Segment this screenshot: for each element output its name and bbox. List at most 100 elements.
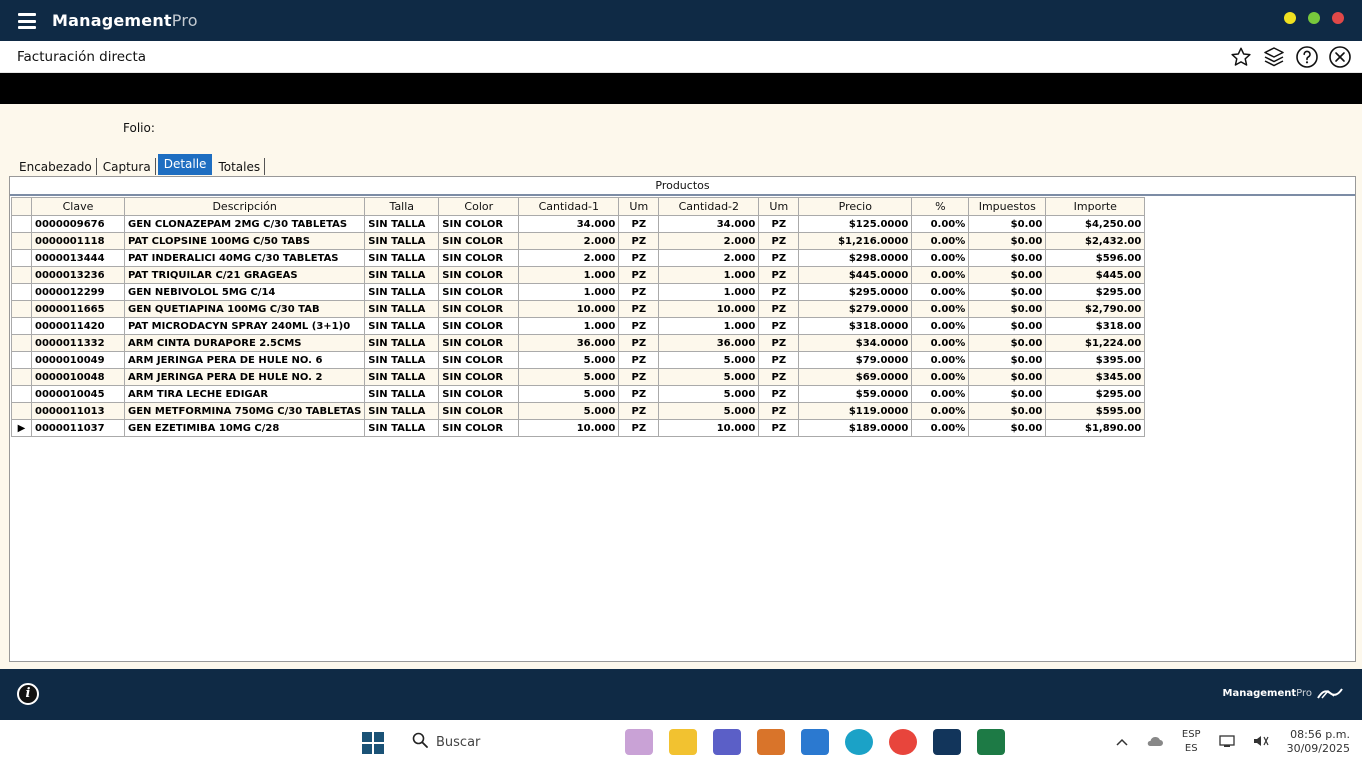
cell-cantidad-1[interactable]: 5.000 <box>518 402 620 420</box>
cell-precio[interactable]: $69.0000 <box>798 368 913 386</box>
cell-cantidad-2[interactable]: 1.000 <box>658 266 760 284</box>
cell-importe[interactable]: $295.00 <box>1045 385 1146 403</box>
cell-importe[interactable]: $1,890.00 <box>1045 419 1146 437</box>
cell-clave[interactable]: 0000010045 <box>31 385 125 403</box>
cell-um-1[interactable]: PZ <box>618 249 660 267</box>
tab-detalle[interactable]: Detalle <box>157 154 213 175</box>
cell-talla[interactable]: SIN TALLA <box>364 385 440 403</box>
cell-descripcion[interactable]: GEN EZETIMIBA 10MG C/28 <box>123 419 366 437</box>
cell-color[interactable]: SIN COLOR <box>438 283 520 301</box>
col-header-precio[interactable]: Precio <box>798 197 913 216</box>
close-icon[interactable] <box>1327 44 1352 69</box>
cell-descripcion[interactable]: PAT CLOPSINE 100MG C/50 TABS <box>123 232 366 250</box>
cell-cantidad-2[interactable]: 5.000 <box>658 402 760 420</box>
cell-clave[interactable]: 0000011420 <box>31 317 125 335</box>
cell-impuestos[interactable]: $0.00 <box>968 249 1047 267</box>
cell-impuestos[interactable]: $0.00 <box>968 402 1047 420</box>
col-header-porcentaje[interactable]: % <box>911 197 970 216</box>
col-header-descripcion[interactable]: Descripción <box>123 197 366 216</box>
chevron-up-icon[interactable] <box>1116 736 1128 749</box>
table-row[interactable]: ▶ 0000011037 GEN EZETIMIBA 10MG C/28 SIN TA… <box>11 419 1146 437</box>
current-row-arrow-icon[interactable]: ▶ <box>11 419 32 437</box>
close-dot[interactable] <box>1332 12 1344 24</box>
cell-um-2[interactable]: PZ <box>758 351 800 369</box>
cell-talla[interactable]: SIN TALLA <box>364 351 440 369</box>
menu-icon[interactable] <box>18 13 36 29</box>
cell-talla[interactable]: SIN TALLA <box>364 419 440 437</box>
photos-app-icon[interactable] <box>625 729 653 755</box>
cell-um-2[interactable]: PZ <box>758 232 800 250</box>
row-indicator[interactable] <box>11 351 32 369</box>
cell-clave[interactable]: 0000011665 <box>31 300 125 318</box>
cell-importe[interactable]: $1,224.00 <box>1045 334 1146 352</box>
cell-importe[interactable]: $2,790.00 <box>1045 300 1146 318</box>
cell-impuestos[interactable]: $0.00 <box>968 385 1047 403</box>
cell-color[interactable]: SIN COLOR <box>438 215 520 233</box>
row-indicator[interactable] <box>11 232 32 250</box>
cell-color[interactable]: SIN COLOR <box>438 249 520 267</box>
cell-color[interactable]: SIN COLOR <box>438 266 520 284</box>
cell-importe[interactable]: $2,432.00 <box>1045 232 1146 250</box>
cell-descripcion[interactable]: ARM JERINGA PERA DE HULE NO. 2 <box>123 368 366 386</box>
cell-descripcion[interactable]: GEN QUETIAPINA 100MG C/30 TAB <box>123 300 366 318</box>
cell-talla[interactable]: SIN TALLA <box>364 317 440 335</box>
cell-um-2[interactable]: PZ <box>758 402 800 420</box>
cell-porcentaje[interactable]: 0.00% <box>911 215 970 233</box>
cell-um-2[interactable]: PZ <box>758 317 800 335</box>
cell-importe[interactable]: $318.00 <box>1045 317 1146 335</box>
media-app-icon[interactable] <box>757 729 785 755</box>
row-indicator[interactable] <box>11 215 32 233</box>
row-indicator[interactable] <box>11 300 32 318</box>
cell-clave[interactable]: 0000001118 <box>31 232 125 250</box>
cell-porcentaje[interactable]: 0.00% <box>911 266 970 284</box>
tab-totales[interactable]: Totales <box>214 158 266 175</box>
cell-precio[interactable]: $119.0000 <box>798 402 913 420</box>
cell-cantidad-1[interactable]: 5.000 <box>518 385 620 403</box>
cell-impuestos[interactable]: $0.00 <box>968 368 1047 386</box>
cell-importe[interactable]: $596.00 <box>1045 249 1146 267</box>
cell-cantidad-2[interactable]: 34.000 <box>658 215 760 233</box>
cell-talla[interactable]: SIN TALLA <box>364 334 440 352</box>
row-indicator[interactable] <box>11 249 32 267</box>
tab-captura[interactable]: Captura <box>99 158 156 175</box>
table-row[interactable]: 0000012299 GEN NEBIVOLOL 5MG C/14 SIN TALL… <box>11 283 1146 301</box>
cell-cantidad-1[interactable]: 1.000 <box>518 266 620 284</box>
start-icon[interactable] <box>361 731 385 755</box>
cell-descripcion[interactable]: PAT INDERALICI 40MG C/30 TABLETAS <box>123 249 366 267</box>
cell-talla[interactable]: SIN TALLA <box>364 368 440 386</box>
cell-precio[interactable]: $295.0000 <box>798 283 913 301</box>
cell-um-2[interactable]: PZ <box>758 419 800 437</box>
cell-porcentaje[interactable]: 0.00% <box>911 249 970 267</box>
cell-um-1[interactable]: PZ <box>618 351 660 369</box>
cell-talla[interactable]: SIN TALLA <box>364 283 440 301</box>
cell-cantidad-2[interactable]: 36.000 <box>658 334 760 352</box>
cell-um-2[interactable]: PZ <box>758 368 800 386</box>
table-row[interactable]: 0000010048 ARM JERINGA PERA DE HULE NO. 2… <box>11 368 1146 386</box>
cell-um-2[interactable]: PZ <box>758 283 800 301</box>
cell-descripcion[interactable]: PAT MICRODACYN SPRAY 240ML (3+1)0 <box>123 317 366 335</box>
cell-precio[interactable]: $125.0000 <box>798 215 913 233</box>
cell-porcentaje[interactable]: 0.00% <box>911 402 970 420</box>
row-indicator[interactable] <box>11 334 32 352</box>
table-row[interactable]: 0000010045 ARM TIRA LECHE EDIGAR SIN TALLA… <box>11 385 1146 403</box>
col-header-importe[interactable]: Importe <box>1045 197 1146 216</box>
col-header-um-1[interactable]: Um <box>618 197 660 216</box>
row-indicator[interactable] <box>11 266 32 284</box>
col-header-impuestos[interactable]: Impuestos <box>968 197 1047 216</box>
cell-um-1[interactable]: PZ <box>618 232 660 250</box>
cell-cantidad-1[interactable]: 1.000 <box>518 283 620 301</box>
col-header-cantidad-2[interactable]: Cantidad-2 <box>658 197 760 216</box>
cell-cantidad-1[interactable]: 5.000 <box>518 351 620 369</box>
cell-um-1[interactable]: PZ <box>618 419 660 437</box>
cell-clave[interactable]: 0000013444 <box>31 249 125 267</box>
cell-impuestos[interactable]: $0.00 <box>968 419 1047 437</box>
cell-precio[interactable]: $318.0000 <box>798 317 913 335</box>
cell-cantidad-1[interactable]: 2.000 <box>518 249 620 267</box>
cell-impuestos[interactable]: $0.00 <box>968 232 1047 250</box>
cell-impuestos[interactable]: $0.00 <box>968 266 1047 284</box>
cell-cantidad-2[interactable]: 2.000 <box>658 232 760 250</box>
language-indicator[interactable]: ESP ES <box>1182 728 1201 756</box>
cell-cantidad-1[interactable]: 36.000 <box>518 334 620 352</box>
cell-color[interactable]: SIN COLOR <box>438 402 520 420</box>
cell-cantidad-2[interactable]: 2.000 <box>658 249 760 267</box>
